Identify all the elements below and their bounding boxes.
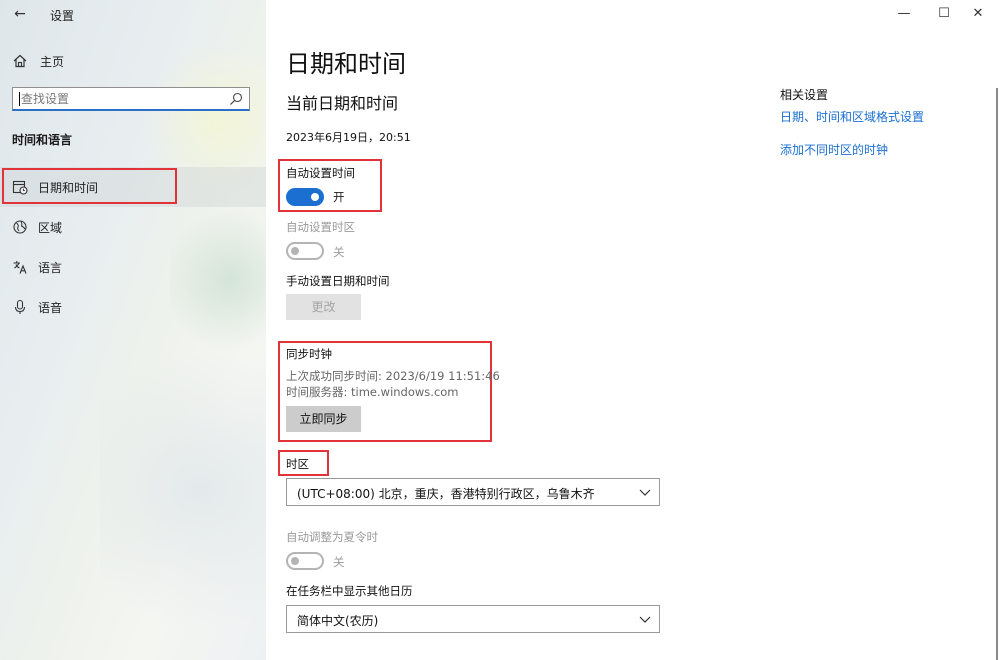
calendar-clock-icon	[12, 180, 28, 195]
sidebar-item-label: 区域	[38, 221, 63, 235]
auto-timezone-state: 关	[333, 245, 345, 259]
current-datetime: 2023年6月19日，20:51	[286, 131, 411, 144]
timezone-select[interactable]: (UTC+08:00) 北京，重庆，香港特别行政区，乌鲁木齐	[286, 478, 660, 506]
time-server-text: 时间服务器: time.windows.com	[286, 385, 459, 399]
home-nav-item[interactable]: 主页	[10, 50, 250, 72]
sidebar: ← 设置 主页 时间和语言 日期和时间 区域	[0, 0, 266, 660]
globe-icon	[13, 220, 27, 234]
sidebar-item-speech[interactable]: 语音	[0, 287, 266, 327]
back-arrow-icon: ←	[14, 6, 26, 22]
dst-label: 自动调整为夏令时	[286, 530, 378, 544]
toggle-knob	[311, 193, 319, 201]
sidebar-item-label: 日期和时间	[38, 181, 99, 195]
auto-time-state: 开	[333, 190, 345, 204]
last-sync-text: 上次成功同步时间: 2023/6/19 11:51:46	[286, 369, 500, 383]
back-button[interactable]: ←	[10, 5, 30, 23]
scrollbar[interactable]	[996, 88, 998, 660]
sidebar-item-language[interactable]: 语言	[0, 247, 266, 287]
search-box[interactable]	[12, 87, 250, 111]
sidebar-item-label: 语音	[38, 301, 63, 315]
timezone-value: (UTC+08:00) 北京，重庆，香港特别行政区，乌鲁木齐	[297, 487, 595, 501]
title-bar: ← 设置	[0, 0, 266, 30]
language-icon	[13, 261, 27, 274]
page-title: 日期和时间	[286, 50, 406, 78]
search-input[interactable]	[21, 90, 221, 108]
auto-timezone-label: 自动设置时区	[286, 220, 355, 234]
main-content: 日期和时间 当前日期和时间 2023年6月19日，20:51 自动设置时间 开 …	[266, 0, 1000, 660]
calendar-select[interactable]: 简体中文(农历)	[286, 605, 660, 633]
microphone-icon	[14, 299, 26, 314]
background-blur	[100, 320, 266, 660]
change-button[interactable]: 更改	[286, 294, 361, 320]
related-settings-title: 相关设置	[780, 88, 829, 102]
section-title: 时间和语言	[12, 133, 73, 147]
text-caret	[19, 92, 20, 106]
manual-datetime-label: 手动设置日期和时间	[286, 274, 390, 288]
region-format-link[interactable]: 日期、时间和区域格式设置	[780, 108, 924, 125]
dst-toggle[interactable]	[286, 552, 324, 570]
chevron-down-icon	[639, 489, 651, 496]
search-icon[interactable]	[229, 92, 243, 106]
auto-time-toggle[interactable]	[286, 188, 324, 206]
calendar-value: 简体中文(农历)	[297, 614, 379, 628]
sidebar-item-date-time[interactable]: 日期和时间	[0, 167, 266, 207]
timezone-label: 时区	[286, 457, 309, 471]
auto-timezone-toggle[interactable]	[286, 242, 324, 260]
dst-state: 关	[333, 555, 345, 569]
auto-time-label: 自动设置时间	[286, 166, 355, 180]
extra-calendar-label: 在任务栏中显示其他日历	[286, 584, 413, 598]
chevron-down-icon	[639, 616, 651, 623]
section-title: 当前日期和时间	[286, 94, 399, 113]
toggle-knob	[291, 247, 299, 255]
home-label: 主页	[40, 55, 65, 69]
sync-now-button[interactable]: 立即同步	[286, 406, 361, 432]
home-icon	[13, 54, 27, 68]
sidebar-item-label: 语言	[38, 261, 63, 275]
add-clocks-link[interactable]: 添加不同时区的时钟	[780, 141, 888, 158]
sync-clock-label: 同步时钟	[286, 347, 332, 361]
toggle-knob	[291, 557, 299, 565]
app-title: 设置	[50, 9, 75, 23]
sidebar-item-region[interactable]: 区域	[0, 207, 266, 247]
